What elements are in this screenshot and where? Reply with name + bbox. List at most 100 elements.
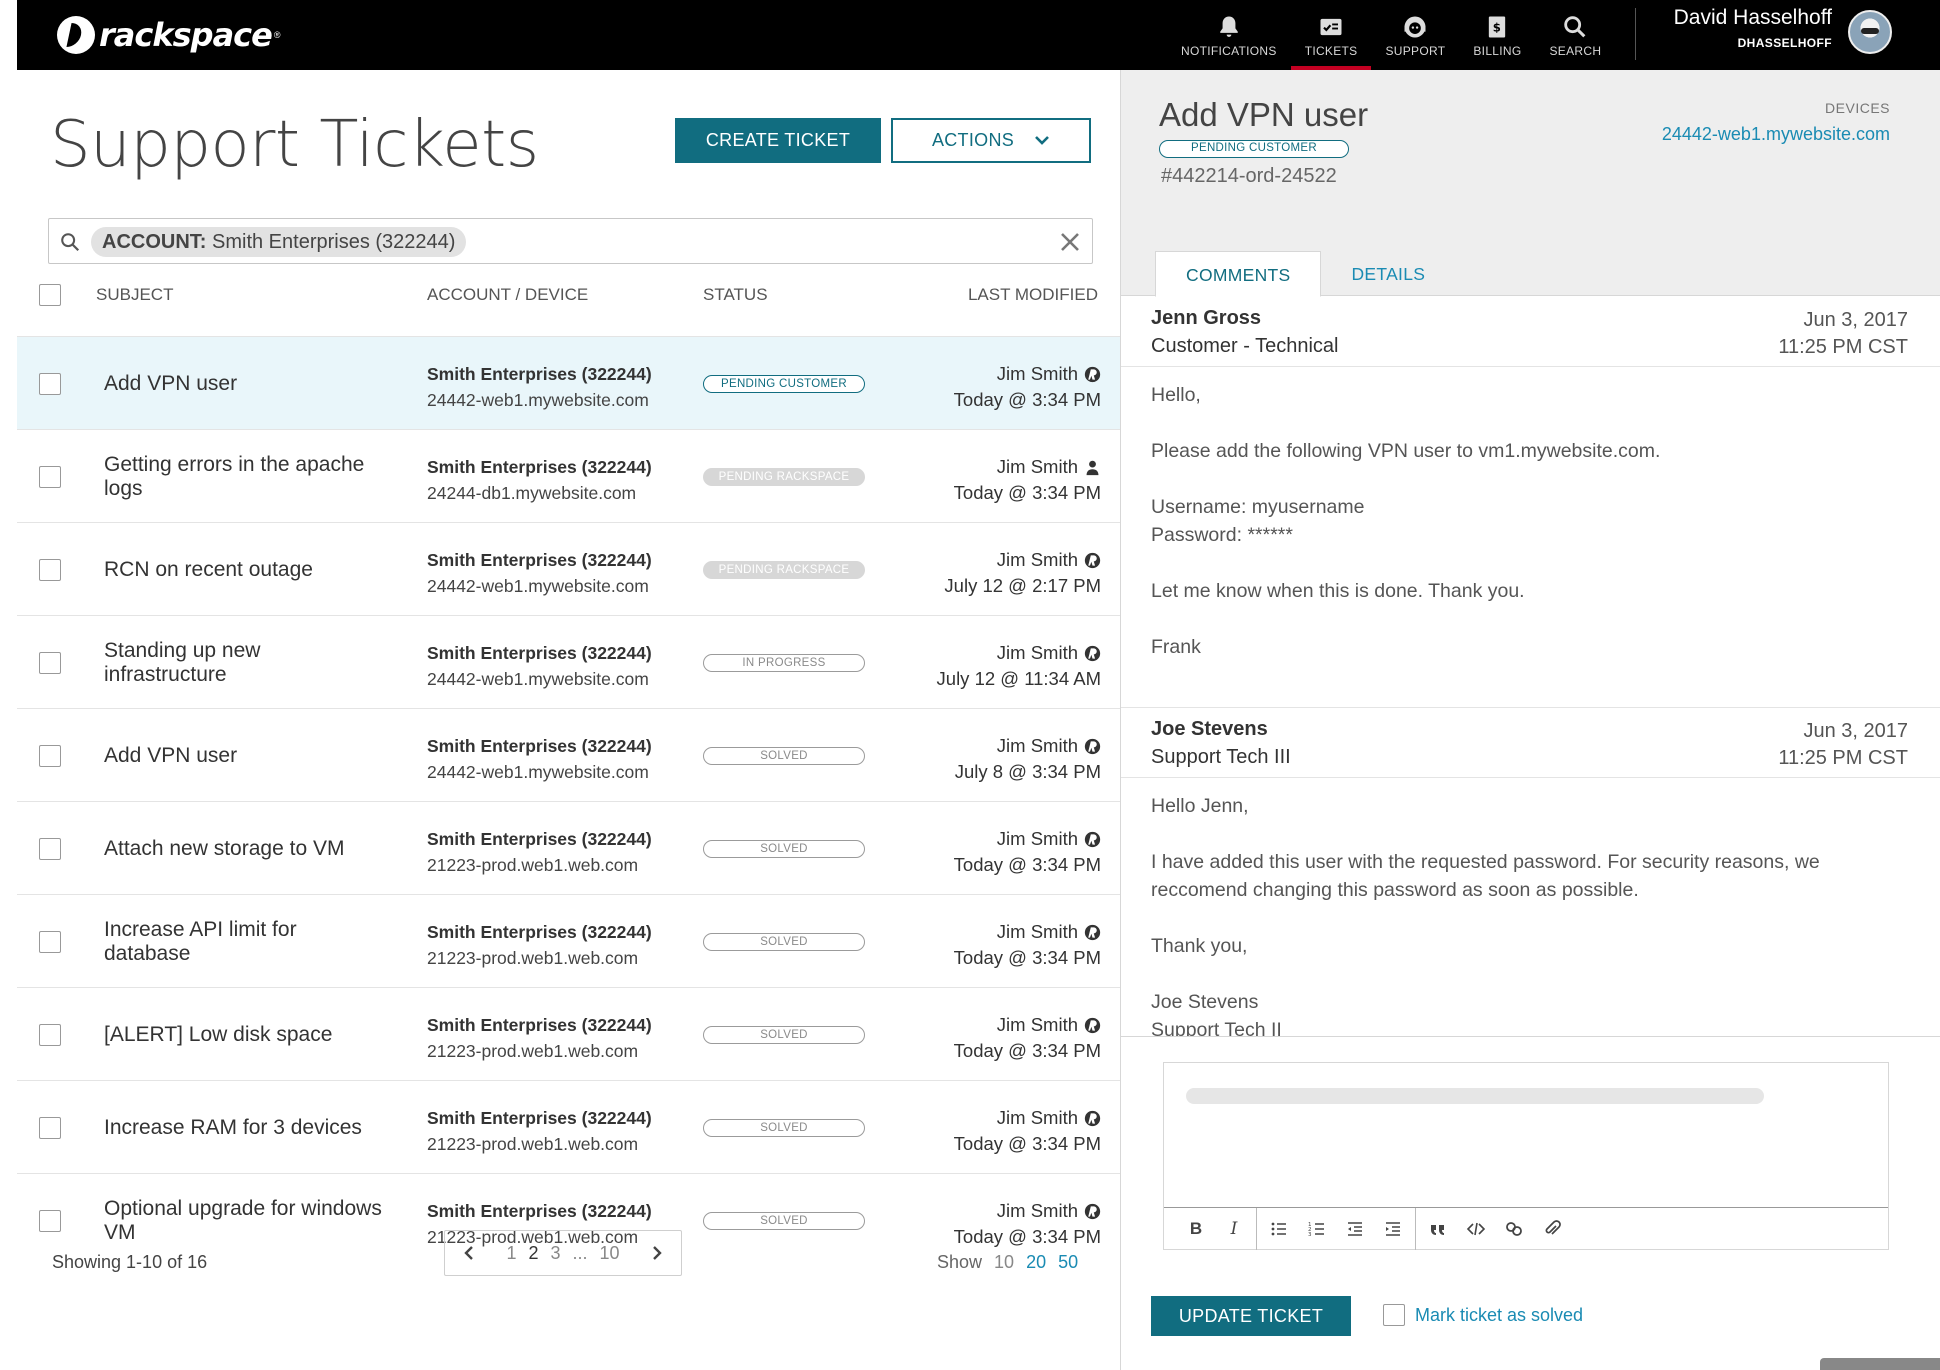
link-icon[interactable] (1502, 1217, 1526, 1241)
page-size-option[interactable]: 50 (1058, 1252, 1078, 1273)
ticket-subject[interactable]: Getting errors in the apache logs (104, 430, 384, 523)
nav-tickets[interactable]: TICKETS (1290, 0, 1372, 70)
table-row[interactable]: Increase RAM for 3 devices Smith Enterpri… (17, 1080, 1120, 1173)
tab-details[interactable]: DETAILS (1321, 251, 1455, 297)
ticket-subject[interactable]: Increase API limit for database (104, 895, 384, 988)
italic-icon[interactable]: I (1222, 1217, 1246, 1241)
bulleted-list-icon[interactable] (1267, 1217, 1291, 1241)
ticket-subject[interactable]: Standing up new infrastructure (104, 616, 384, 709)
row-checkbox[interactable] (39, 1024, 61, 1046)
page-size-selector: Show 10 20 50 (937, 1252, 1078, 1273)
modified-by-name: Jim Smith (996, 549, 1078, 570)
svg-text:$: $ (1493, 20, 1501, 34)
header-last-modified[interactable]: LAST MODIFIED (968, 270, 1098, 320)
actions-dropdown-button[interactable]: ACTIONS (891, 118, 1091, 163)
comments-thread[interactable]: Jenn Gross Customer - Technical Jun 3, 2… (1121, 297, 1940, 1037)
page-number[interactable]: 2 (528, 1243, 538, 1264)
page-size-option[interactable]: 10 (994, 1252, 1014, 1273)
create-ticket-button[interactable]: CREATE TICKET (675, 118, 881, 163)
row-checkbox[interactable] (39, 931, 61, 953)
comment-author: Joe Stevens (1151, 718, 1268, 740)
search-bar[interactable]: ACCOUNT: Smith Enterprises (322244) (48, 218, 1093, 264)
page-size-option[interactable]: 20 (1026, 1252, 1046, 1273)
header-status[interactable]: STATUS (703, 270, 768, 320)
comment-header: Joe Stevens Support Tech III Jun 3, 2017… (1121, 708, 1940, 778)
modified-by: Jim Smith (997, 547, 1101, 573)
show-label: Show (937, 1252, 983, 1272)
chevron-left-icon[interactable] (463, 1245, 475, 1261)
scrollbar-corner (1820, 1358, 1940, 1370)
row-checkbox[interactable] (39, 373, 61, 395)
user-menu[interactable]: David Hasselhoff DHASSELHOFF (1650, 6, 1832, 50)
comment-author: Jenn Gross (1151, 307, 1262, 329)
page-ellipsis: ... (572, 1242, 588, 1263)
user-name: David Hasselhoff (1673, 6, 1832, 29)
nav-support[interactable]: SUPPORT (1371, 0, 1459, 70)
account-name: Smith Enterprises (322244) (427, 1015, 652, 1035)
nav-search[interactable]: SEARCH (1536, 0, 1616, 70)
comment-line: Hello, (1151, 384, 1201, 406)
showing-count: Showing 1-10 of 16 (52, 1252, 208, 1272)
table-row[interactable]: RCN on recent outage Smith Enterprises (3… (17, 522, 1120, 615)
ticket-account: Smith Enterprises (322244) 21223-prod.web… (427, 826, 652, 878)
comment-editor[interactable]: B I 123 (1163, 1062, 1889, 1250)
row-checkbox[interactable] (39, 1117, 61, 1139)
table-row[interactable]: Add VPN user Smith Enterprises (322244) 24… (17, 336, 1120, 429)
table-row[interactable]: Standing up new infrastructure Smith Ente… (17, 615, 1120, 708)
comment-date: Jun 3, 2017 (1803, 309, 1908, 331)
table-row[interactable]: Increase API limit for database Smith Ent… (17, 894, 1120, 987)
row-checkbox[interactable] (39, 652, 61, 674)
ticket-subject[interactable]: Add VPN user (104, 337, 384, 430)
account-name: Smith Enterprises (322244) (427, 1108, 652, 1128)
table-row[interactable]: Add VPN user Smith Enterprises (322244) 24… (17, 708, 1120, 801)
close-icon[interactable] (1058, 230, 1082, 254)
last-modified: Jim Smith July 12 @ 11:34 AM (937, 640, 1101, 692)
page-number[interactable]: 3 (550, 1243, 560, 1264)
table-row[interactable]: Getting errors in the apache logs Smith E… (17, 429, 1120, 522)
ticket-subject[interactable]: Increase RAM for 3 devices (104, 1081, 384, 1174)
search-filter-chip[interactable]: ACCOUNT: Smith Enterprises (322244) (91, 227, 467, 257)
page-number[interactable]: 1 (506, 1243, 516, 1264)
mark-solved-control[interactable]: Mark ticket as solved (1383, 1304, 1583, 1326)
code-icon[interactable] (1464, 1217, 1488, 1241)
numbered-list-icon[interactable]: 123 (1305, 1217, 1329, 1241)
status-badge: IN PROGRESS (703, 654, 865, 672)
avatar[interactable] (1848, 10, 1892, 54)
row-checkbox[interactable] (39, 559, 61, 581)
nav-billing[interactable]: $ BILLING (1459, 0, 1535, 70)
ticket-subject[interactable]: Add VPN user (104, 709, 384, 802)
tab-comments[interactable]: COMMENTS (1155, 251, 1322, 297)
device-link[interactable]: 24442-web1.mywebsite.com (1662, 124, 1890, 145)
chevron-right-icon[interactable] (651, 1245, 663, 1261)
rackspace-logo[interactable]: rackspace ® (57, 10, 280, 60)
update-ticket-button[interactable]: UPDATE TICKET (1151, 1296, 1351, 1336)
quote-icon[interactable] (1426, 1217, 1450, 1241)
indent-icon[interactable] (1381, 1217, 1405, 1241)
table-row[interactable]: [ALERT] Low disk space Smith Enterprises … (17, 987, 1120, 1080)
ticket-subject[interactable]: [ALERT] Low disk space (104, 988, 384, 1081)
rackspace-icon (1084, 645, 1101, 661)
row-checkbox[interactable] (39, 745, 61, 767)
mark-solved-checkbox[interactable] (1383, 1304, 1405, 1326)
outdent-icon[interactable] (1343, 1217, 1367, 1241)
attachment-icon[interactable] (1540, 1217, 1564, 1241)
table-header: SUBJECT ACCOUNT / DEVICE STATUS LAST MOD… (17, 270, 1120, 320)
page-number[interactable]: 10 (600, 1243, 620, 1264)
last-modified: Jim Smith July 12 @ 2:17 PM (944, 547, 1101, 599)
modified-time: July 8 @ 3:34 PM (954, 761, 1101, 782)
ticket-subject[interactable]: Attach new storage to VM (104, 802, 384, 895)
comment-timestamp: Jun 3, 2017 11:25 PM CST (1778, 718, 1908, 772)
modified-by: Jim Smith (997, 1105, 1101, 1131)
bold-icon[interactable]: B (1184, 1217, 1208, 1241)
row-checkbox[interactable] (39, 1210, 61, 1232)
header-subject[interactable]: SUBJECT (96, 270, 173, 320)
select-all-checkbox[interactable] (39, 284, 61, 306)
row-checkbox[interactable] (39, 466, 61, 488)
svg-text:3: 3 (1308, 1232, 1312, 1238)
ticket-subject[interactable]: RCN on recent outage (104, 523, 384, 616)
row-checkbox[interactable] (39, 838, 61, 860)
nav-notifications[interactable]: NOTIFICATIONS (1167, 0, 1291, 70)
last-modified: Jim Smith Today @ 3:34 PM (954, 454, 1101, 506)
header-account[interactable]: ACCOUNT / DEVICE (427, 270, 588, 320)
table-row[interactable]: Attach new storage to VM Smith Enterprise… (17, 801, 1120, 894)
